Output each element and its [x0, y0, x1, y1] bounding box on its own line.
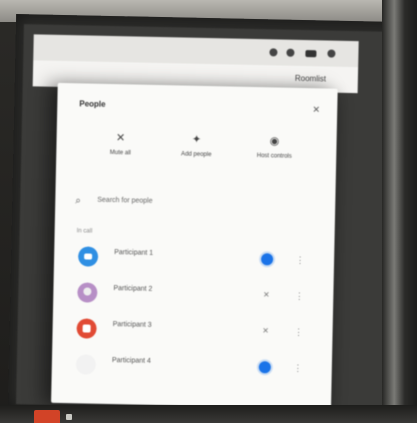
search-icon: ⌕: [75, 195, 82, 207]
mic-on-icon[interactable]: [258, 361, 271, 374]
camera-icon[interactable]: [269, 48, 278, 57]
participant-name: Participant 3: [112, 321, 152, 329]
section-label: In call: [76, 228, 93, 235]
right-wall: [382, 0, 417, 423]
avatar: [78, 246, 99, 267]
panel-title: People: [79, 99, 106, 109]
more-icon[interactable]: ⋮: [292, 362, 304, 374]
more-icon[interactable]: ⋮: [294, 254, 306, 266]
settings-icon[interactable]: [286, 48, 295, 57]
host-controls-label: Host controls: [256, 153, 292, 160]
actions-row: ✕ Mute all ✦ Add people ◉ Host controls: [56, 121, 337, 189]
participant-name: Participant 2: [113, 285, 153, 293]
monitor: Roomlist People × ✕ Mute all ✦ Add peopl…: [7, 13, 405, 419]
participant-row[interactable]: Participant 1 ⋮: [68, 238, 319, 277]
avatar: [77, 282, 98, 303]
toolbar-text: Roomlist: [294, 73, 327, 84]
participant-name: Participant 4: [111, 357, 151, 365]
avatar: [76, 318, 97, 339]
people-panel: People × ✕ Mute all ✦ Add people ◉ Host …: [51, 82, 338, 409]
search-placeholder: Search for people: [97, 196, 153, 205]
sticker-mark: [66, 414, 72, 420]
avatar: [75, 354, 96, 375]
screen-frame: Roomlist People × ✕ Mute all ✦ Add peopl…: [16, 24, 404, 413]
bottom-strip: [0, 405, 417, 423]
participant-name: Participant 1: [114, 249, 154, 257]
participant-row[interactable]: Participant 2 ✕ ⋮: [67, 274, 318, 313]
participant-row[interactable]: Participant 4 ⋮: [66, 346, 317, 385]
participant-row[interactable]: Participant 3 ✕ ⋮: [66, 310, 317, 349]
close-icon[interactable]: ×: [309, 102, 323, 116]
status-pill: [305, 50, 317, 58]
photo-scene: Roomlist People × ✕ Mute all ✦ Add peopl…: [0, 0, 417, 423]
mic-off-icon[interactable]: ✕: [260, 289, 272, 301]
more-icon[interactable]: ⋮: [292, 326, 304, 338]
sticker: [34, 410, 60, 423]
more-icon[interactable]: ⋮: [293, 290, 305, 302]
search-input[interactable]: ⌕ Search for people: [69, 191, 311, 216]
mic-off-icon[interactable]: ✕: [259, 325, 271, 337]
toggle-icon: ◉: [269, 135, 280, 148]
mic-on-icon[interactable]: [260, 253, 274, 266]
host-controls-button[interactable]: ◉ Host controls: [228, 132, 321, 176]
menu-icon[interactable]: [327, 49, 336, 58]
